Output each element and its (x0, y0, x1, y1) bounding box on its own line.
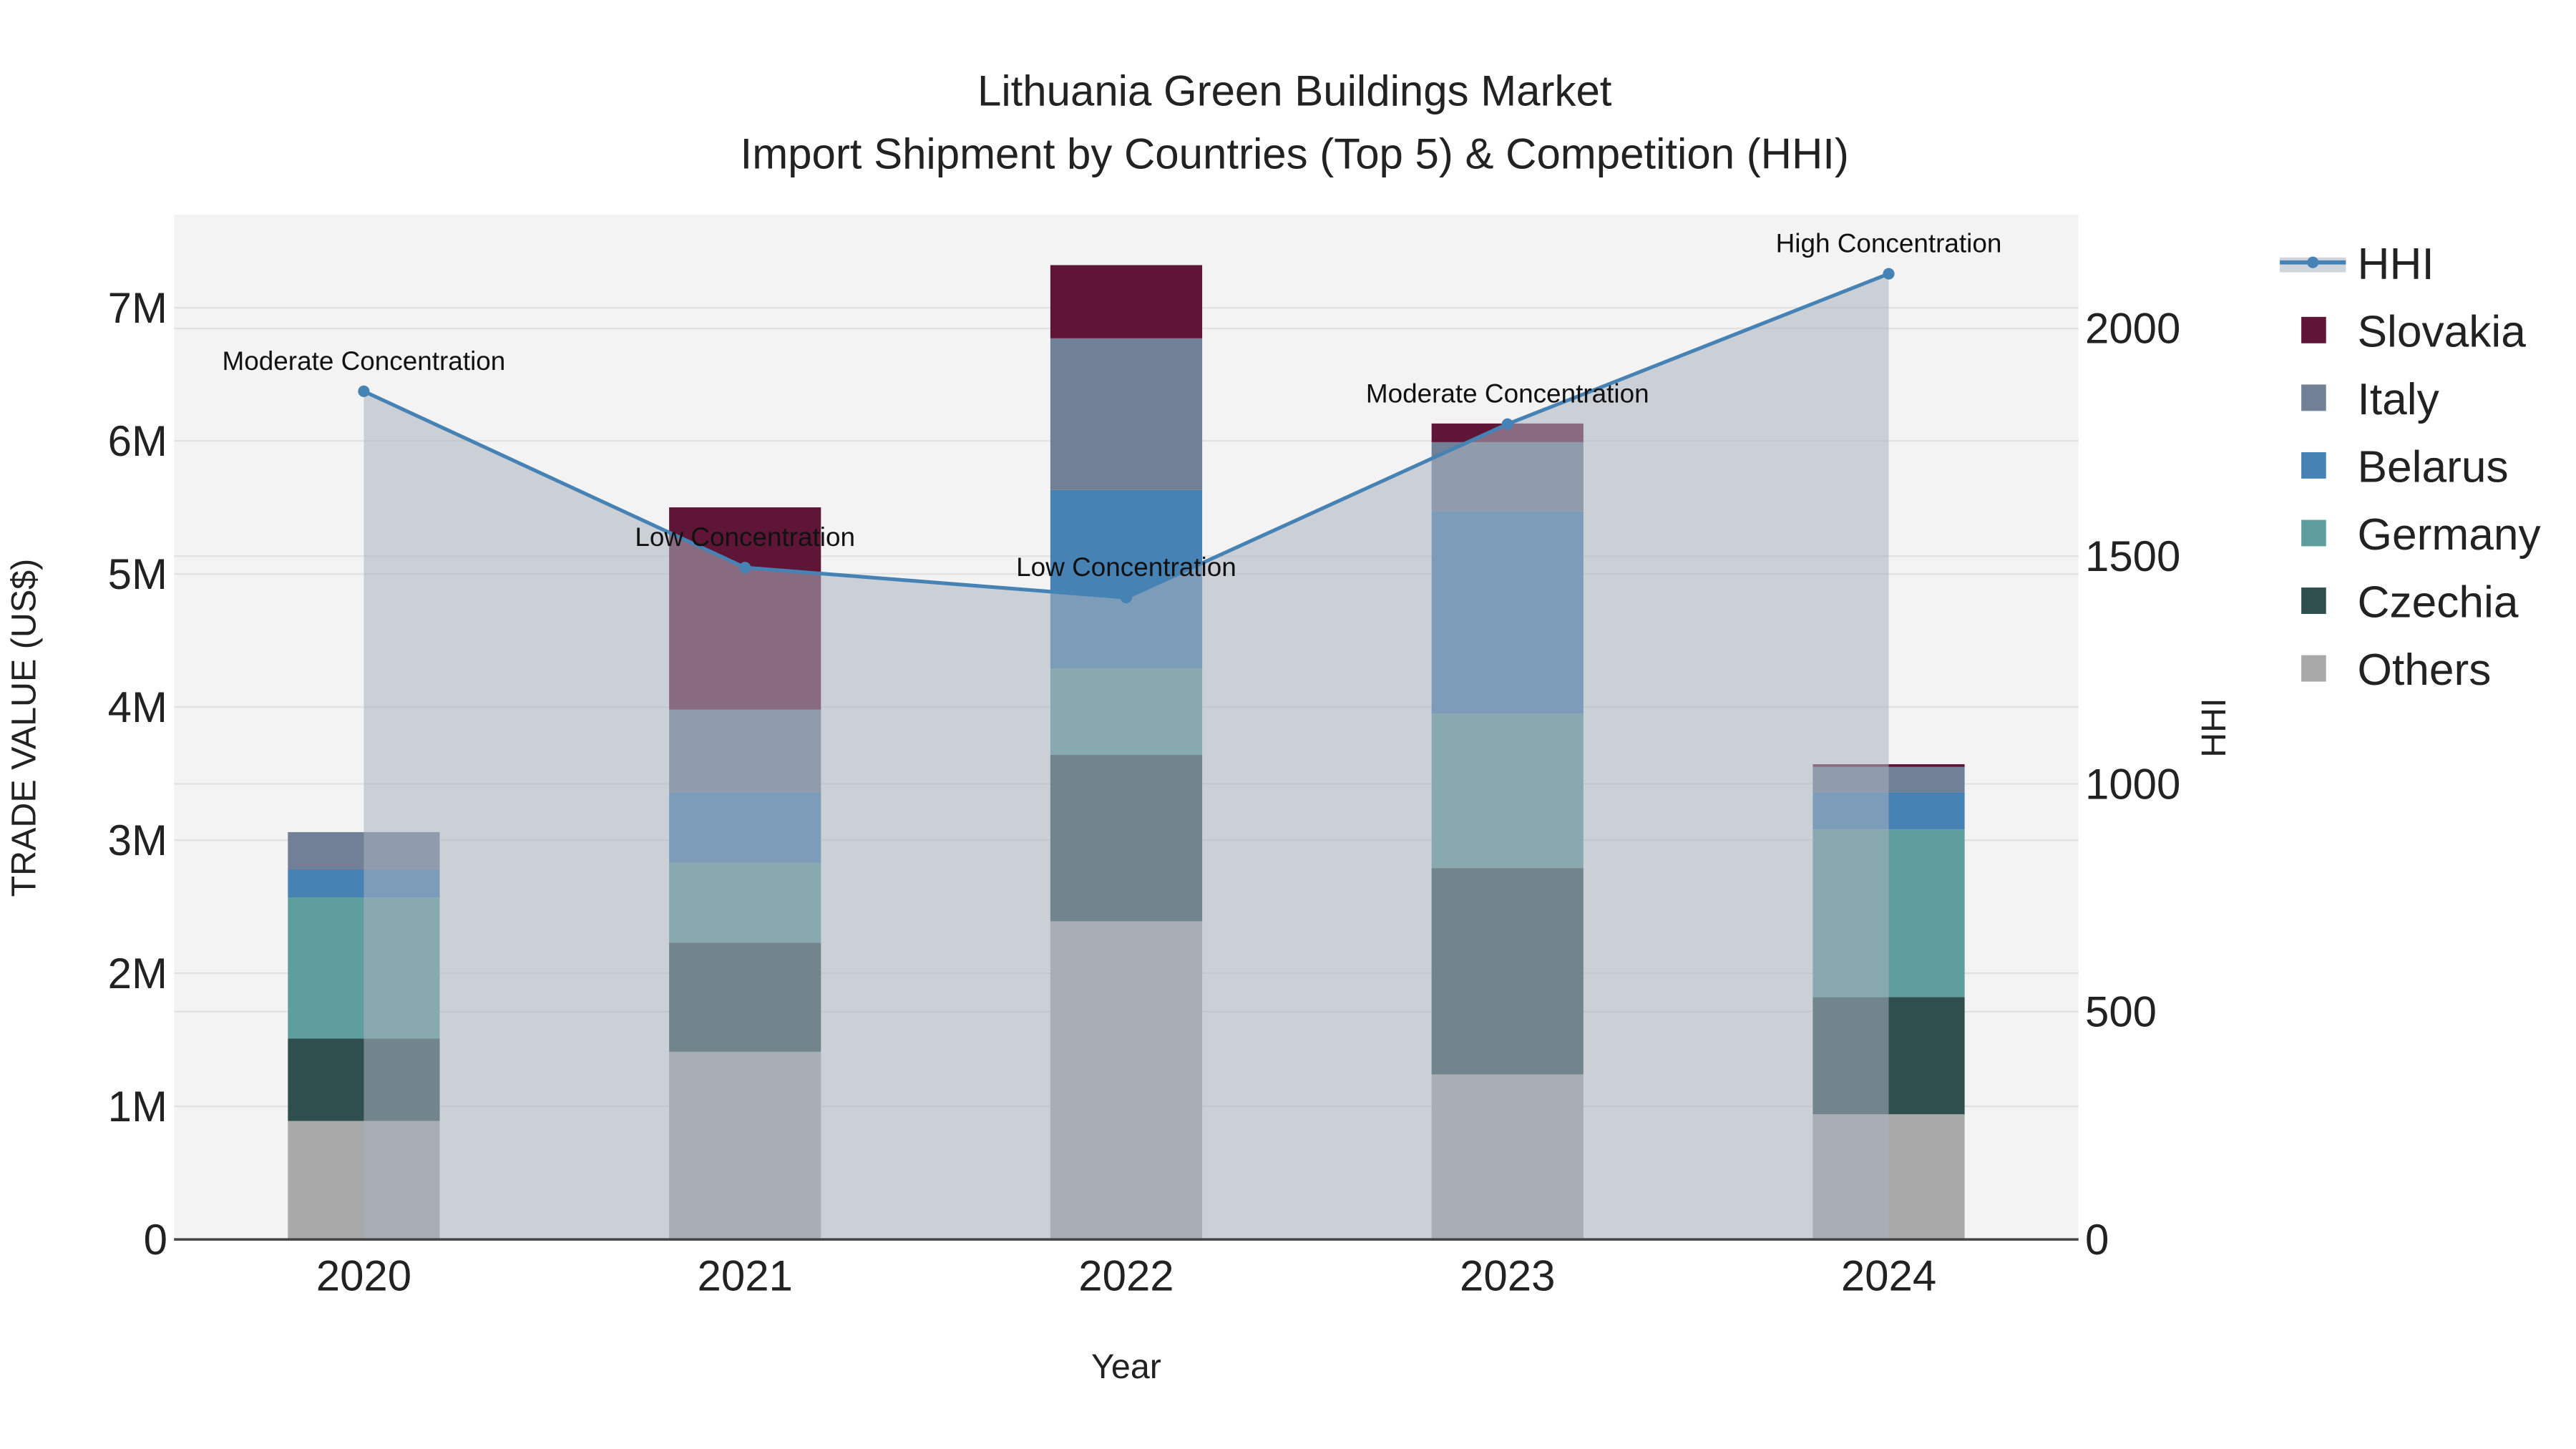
hhi-annotation: Moderate Concentration (223, 346, 506, 376)
y2-tick-label: 0 (2085, 1216, 2109, 1264)
y2-axis-label: HHI (2195, 698, 2233, 757)
x-axis-label: Year (1091, 1347, 1161, 1386)
chart-title-line1: Lithuania Green Buildings Market (977, 67, 1612, 115)
hhi-point (1120, 592, 1133, 604)
legend-label-others: Others (2358, 645, 2492, 695)
y-axis-label: TRADE VALUE (US$) (4, 559, 43, 897)
y2-tick-label: 2000 (2085, 305, 2180, 353)
y-tick-label: 6M (108, 417, 167, 465)
legend-label-hhi: HHI (2358, 240, 2434, 289)
x-tick-label: 2022 (1078, 1252, 1174, 1300)
x-tick-label: 2024 (1841, 1252, 1936, 1300)
y-tick-label: 1M (108, 1083, 167, 1131)
hhi-annotation: Low Concentration (1016, 552, 1236, 582)
legend-swatch-germany (2301, 519, 2326, 547)
bar-italy (1050, 338, 1203, 490)
x-tick-label: 2023 (1460, 1252, 1555, 1300)
legend-label-belarus: Belarus (2358, 442, 2509, 492)
chart: 0 1M 2M 3M 4M 5M 6M 7M 0 500 1000 1500 2000 2020 2021 2… (1, 0, 2575, 1449)
y-tick-label: 0 (144, 1216, 167, 1264)
y-tick-label: 3M (108, 816, 167, 864)
legend-label-germany: Germany (2358, 510, 2542, 560)
y2-tick-label: 1500 (2085, 532, 2180, 580)
legend-label-czechia: Czechia (2358, 578, 2519, 628)
legend-swatch-belarus (2301, 452, 2326, 479)
bar-slovakia (1050, 265, 1203, 338)
legend-hhi-marker (2307, 256, 2319, 268)
y-tick-label: 7M (108, 284, 167, 332)
y2-tick-label: 1000 (2085, 760, 2180, 808)
chart-title-line2: Import Shipment by Countries (Top 5) & C… (741, 130, 1849, 177)
hhi-annotation: High Concentration (1776, 229, 2002, 258)
y2-tick-label: 500 (2085, 988, 2157, 1036)
hhi-point (1883, 268, 1895, 280)
x-tick-label: 2021 (698, 1252, 793, 1300)
legend-label-slovakia: Slovakia (2358, 307, 2527, 356)
hhi-point (739, 562, 751, 574)
hhi-annotation: Low Concentration (635, 522, 855, 552)
x-tick-label: 2020 (316, 1252, 411, 1300)
legend-swatch-others (2301, 655, 2326, 682)
legend-swatch-czechia (2301, 587, 2326, 614)
legend-swatch-slovakia (2301, 316, 2326, 343)
y-tick-label: 2M (108, 950, 167, 997)
legend-label-italy: Italy (2358, 375, 2440, 424)
legend-swatch-italy (2301, 384, 2326, 411)
hhi-point (358, 385, 370, 397)
hhi-point (1501, 418, 1513, 430)
y-tick-label: 4M (108, 683, 167, 731)
y-tick-label: 5M (108, 550, 167, 598)
hhi-annotation: Moderate Concentration (1366, 379, 1649, 409)
